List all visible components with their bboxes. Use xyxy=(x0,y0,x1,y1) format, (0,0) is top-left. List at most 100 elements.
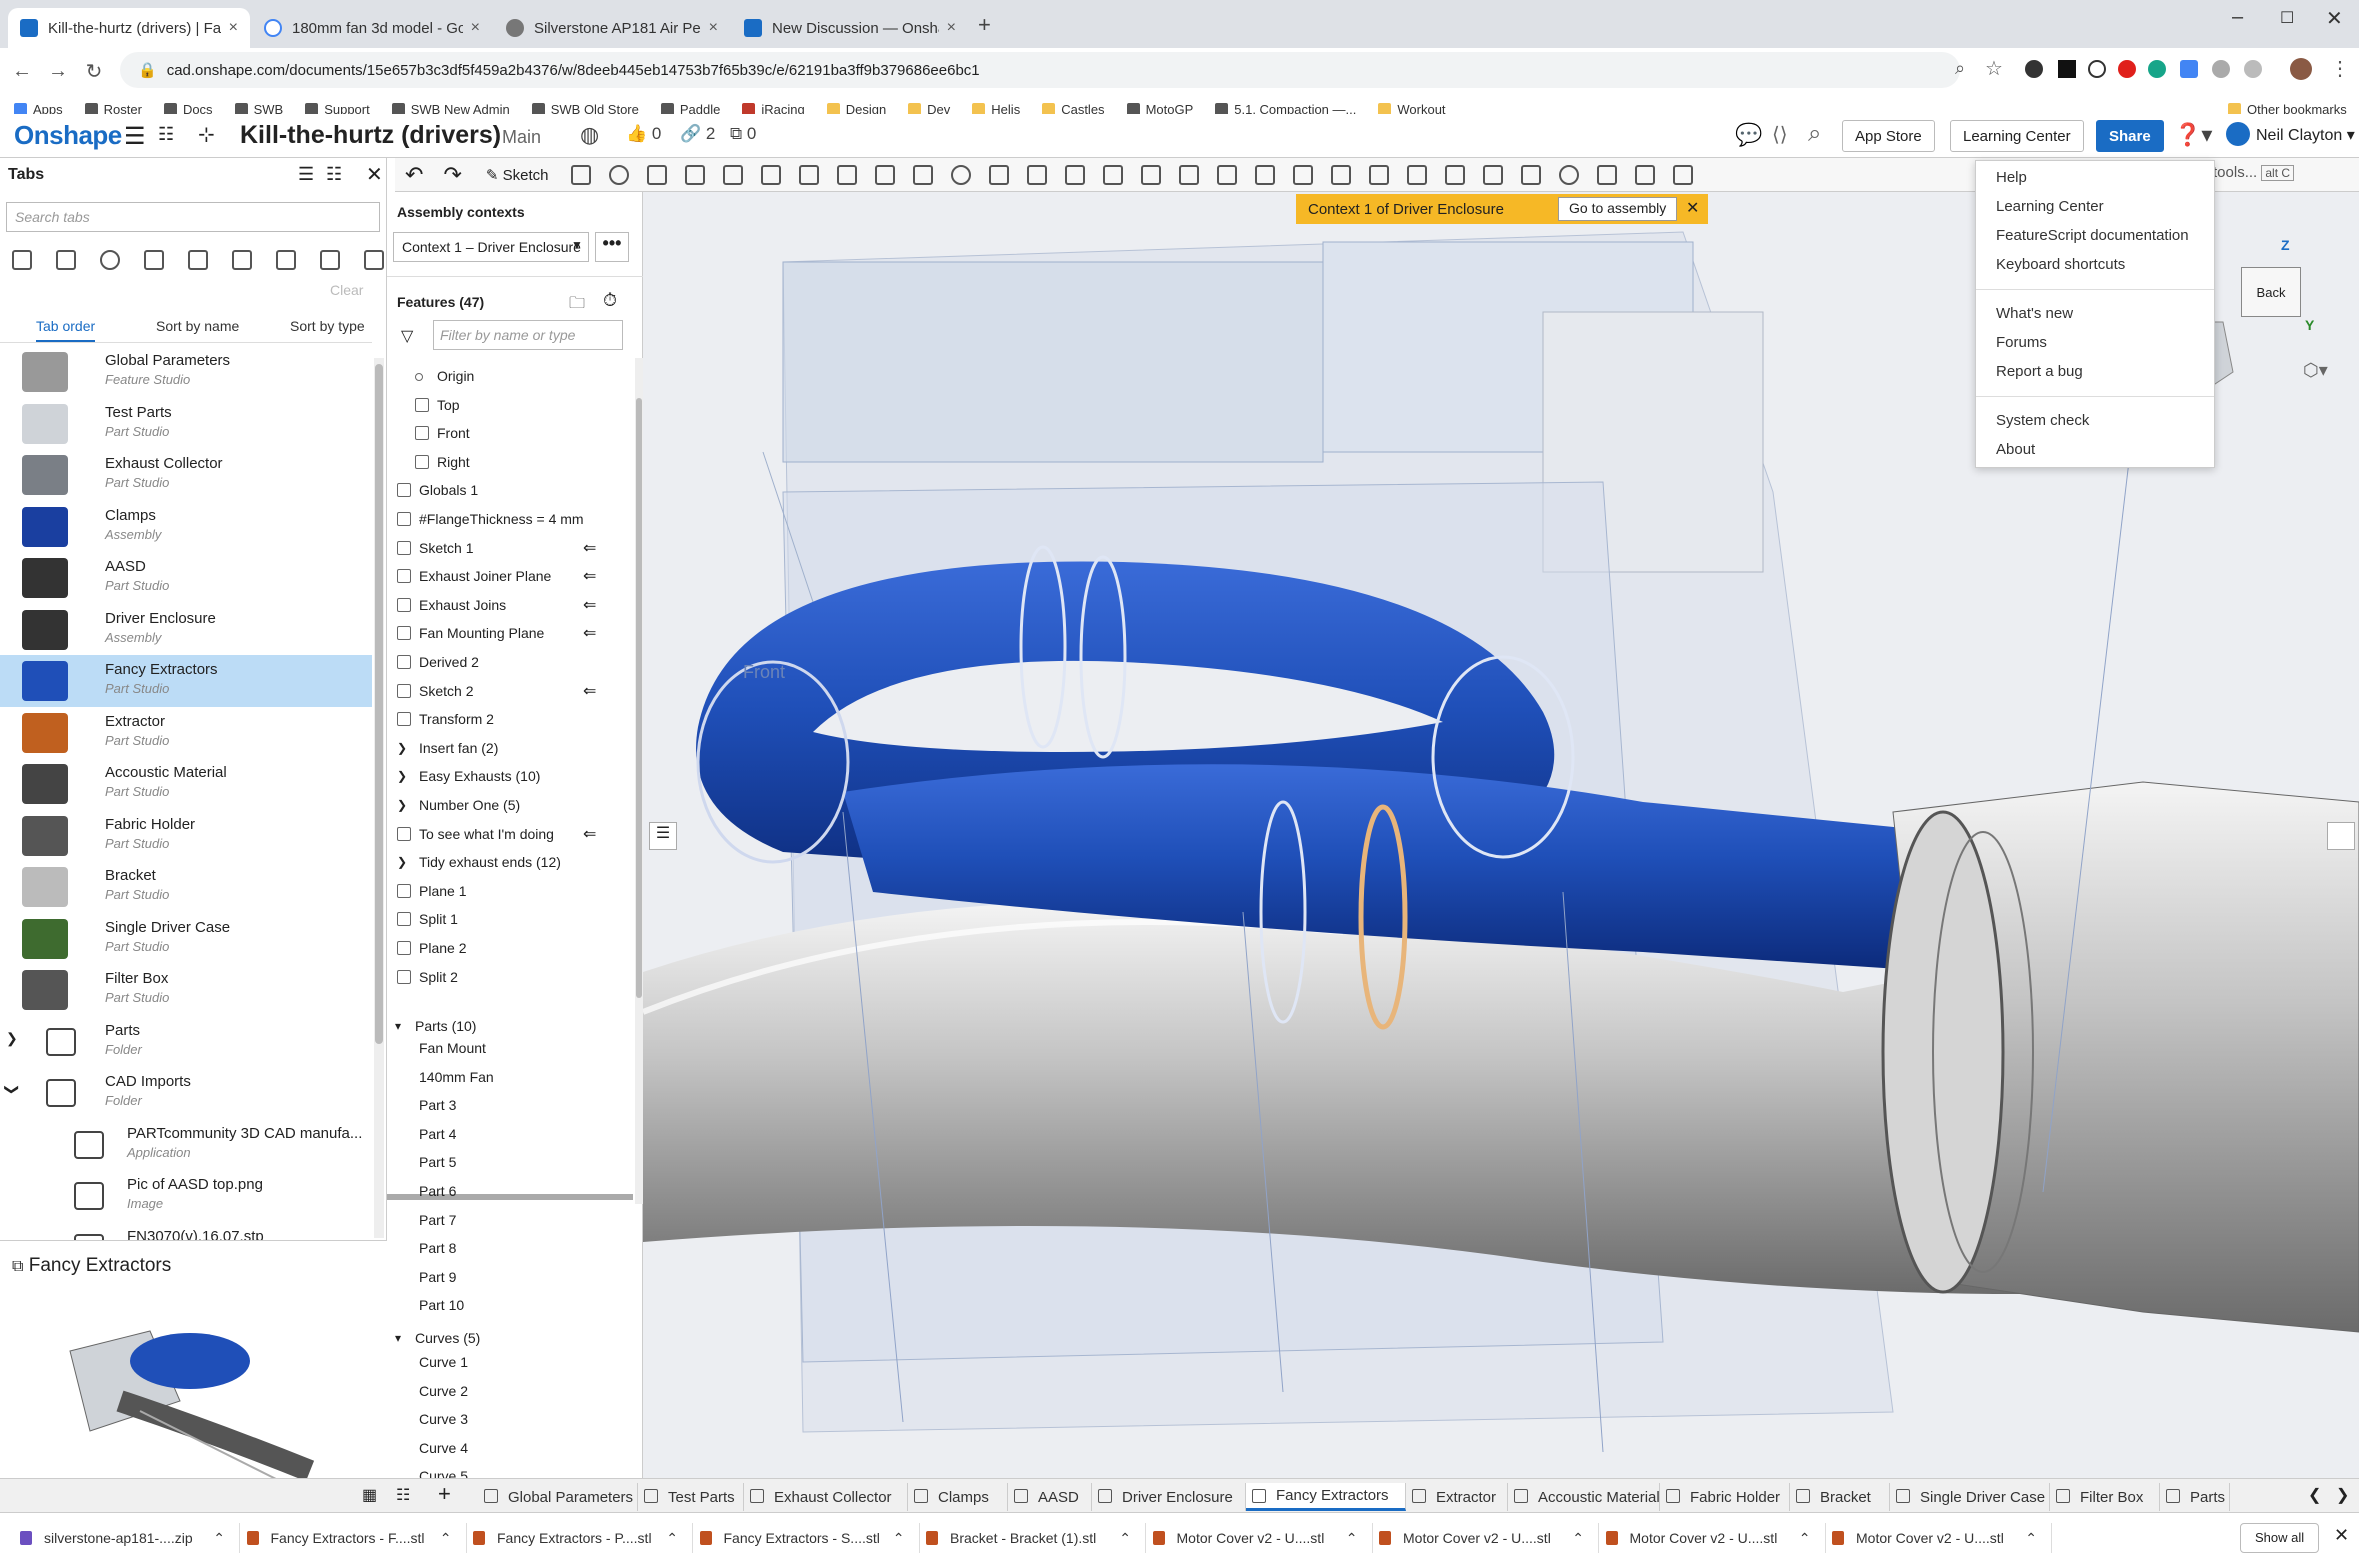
close-panel-icon[interactable]: ✕ xyxy=(366,162,383,187)
app-store-button[interactable]: App Store xyxy=(1842,120,1935,152)
tab-list-item[interactable]: Pic of AASD top.png Image xyxy=(0,1170,372,1222)
tab-list-item[interactable]: Bracket Part Studio xyxy=(0,861,372,913)
user-avatar[interactable] xyxy=(2226,122,2250,146)
tab-list-item[interactable]: PARTcommunity 3D CAD manufa... Applicatio… xyxy=(0,1119,372,1171)
comments-icon[interactable]: 💬 xyxy=(1735,122,1762,148)
feature-row[interactable]: Top xyxy=(387,393,627,419)
add-folder-icon[interactable]: 🗀 xyxy=(569,292,585,319)
browser-tab-2[interactable]: Silverstone AP181 Air Penetrator× xyxy=(494,8,730,48)
part-item[interactable]: 140mm Fan xyxy=(419,1069,494,1085)
download-item[interactable]: Motor Cover v2 - U....stl ⌃ xyxy=(1605,1523,1826,1553)
scrollbar[interactable] xyxy=(374,358,384,1238)
variable-icon[interactable] xyxy=(1521,164,1542,185)
feature-row[interactable]: Right xyxy=(387,450,627,476)
chamfer-icon[interactable] xyxy=(799,164,820,185)
close-icon[interactable]: × xyxy=(471,19,480,37)
redo-icon[interactable]: ↷ xyxy=(443,162,461,188)
split-icon[interactable] xyxy=(1065,164,1086,185)
chevron-up-icon[interactable]: ⌃ xyxy=(666,1530,678,1547)
tasks-list-icon[interactable]: ☷ xyxy=(158,124,174,145)
scrollbar-thumb[interactable] xyxy=(375,364,383,1044)
part-item[interactable]: Part 3 xyxy=(419,1097,456,1113)
feature-row[interactable]: Sketch 2 ⇐ xyxy=(387,679,627,705)
delete-part-icon[interactable] xyxy=(1141,164,1162,185)
part-item[interactable]: Part 10 xyxy=(419,1297,464,1313)
tab-list-item[interactable]: Accoustic Material Part Studio xyxy=(0,758,372,810)
tab-list-item[interactable]: Fabric Holder Part Studio xyxy=(0,810,372,862)
custom-feature-icon[interactable] xyxy=(1673,164,1694,185)
sort-by-type[interactable]: Sort by type xyxy=(290,318,365,334)
revolve-icon[interactable] xyxy=(609,164,630,185)
chevron-up-icon[interactable]: ⌃ xyxy=(1799,1530,1811,1547)
document-title[interactable]: Kill-the-hurtz (drivers) xyxy=(240,121,501,150)
user-menu[interactable]: Neil Clayton ▾ xyxy=(2256,125,2355,145)
download-item[interactable]: silverstone-ap181-....zip ⌃ xyxy=(20,1523,240,1553)
part-item[interactable]: Part 6 xyxy=(419,1183,456,1199)
reload-icon[interactable]: ↻ xyxy=(76,59,112,84)
forward-arrow-icon[interactable]: → xyxy=(40,60,76,83)
globe-icon[interactable]: ◍ xyxy=(580,122,599,148)
bottom-tab[interactable]: Test Parts xyxy=(638,1483,744,1511)
frame-icon[interactable] xyxy=(1483,164,1504,185)
bottom-tab[interactable]: AASD xyxy=(1008,1483,1092,1511)
tab-list-item[interactable]: Fancy Extractors Part Studio xyxy=(0,655,372,707)
feature-studio-filter-icon[interactable] xyxy=(100,250,120,270)
drawing-filter-icon[interactable] xyxy=(144,250,164,270)
show-all-button[interactable]: Show all xyxy=(2240,1523,2320,1553)
back-arrow-icon[interactable]: ← xyxy=(4,60,40,83)
go-to-assembly-button[interactable]: Go to assembly xyxy=(1558,197,1678,221)
part-item[interactable]: Part 8 xyxy=(419,1240,456,1256)
browser-tab-3[interactable]: New Discussion — Onshape× xyxy=(732,8,968,48)
onshape-logo[interactable]: Onshape xyxy=(14,120,122,151)
bottom-tab[interactable]: Accoustic Material xyxy=(1508,1483,1660,1511)
chevron-up-icon[interactable]: ⌃ xyxy=(893,1530,905,1547)
extension-icon[interactable] xyxy=(2212,60,2230,78)
workspace-name[interactable]: Main xyxy=(502,127,541,148)
feature-row[interactable]: Derived 2 xyxy=(387,650,627,676)
bookmark-star-icon[interactable]: ☆ xyxy=(1985,56,2003,81)
feature-row[interactable]: Transform 2 xyxy=(387,707,627,733)
assembly-filter-icon[interactable] xyxy=(56,250,76,270)
download-item[interactable]: Motor Cover v2 - U....stl ⌃ xyxy=(1832,1523,2052,1553)
bottom-tab[interactable]: Global Parameters xyxy=(478,1483,638,1511)
window-close-button[interactable]: ✕ xyxy=(2326,6,2343,31)
share-button[interactable]: Share xyxy=(2096,120,2164,152)
menu-item-system-check[interactable]: System check xyxy=(1996,412,2089,429)
tab-list-item[interactable]: Extractor Part Studio xyxy=(0,707,372,759)
chevron-right-icon[interactable]: ❯ xyxy=(6,1030,18,1047)
part-item[interactable]: Fan Mount xyxy=(419,1040,486,1056)
curve-icon[interactable] xyxy=(1293,164,1314,185)
stl-filter-icon[interactable] xyxy=(276,250,296,270)
scroll-right-icon[interactable]: ❯ xyxy=(2336,1485,2349,1505)
download-item[interactable]: Fancy Extractors - P....stl ⌃ xyxy=(473,1523,693,1553)
scrollbar[interactable] xyxy=(635,358,643,1204)
mate-connector-icon[interactable] xyxy=(1217,164,1238,185)
copies-button[interactable]: ⧉ 0 xyxy=(730,124,756,144)
bottom-tab[interactable]: Exhaust Collector xyxy=(744,1483,908,1511)
view-options-icon[interactable]: ⬡▾ xyxy=(2303,360,2328,381)
tab-manager-icon[interactable]: ▦ xyxy=(362,1485,377,1505)
part-item[interactable]: Part 4 xyxy=(419,1126,456,1142)
menu-item-featurescript-docs[interactable]: FeatureScript documentation xyxy=(1996,227,2189,244)
download-item[interactable]: Motor Cover v2 - U....stl ⌃ xyxy=(1152,1523,1373,1553)
add-tab-icon[interactable]: ⊹ xyxy=(198,122,215,147)
view-cube-face[interactable]: Back xyxy=(2241,267,2301,317)
loft-icon[interactable] xyxy=(685,164,706,185)
bottom-tab[interactable]: Clamps xyxy=(908,1483,1008,1511)
draft-icon[interactable] xyxy=(837,164,858,185)
tab-list-item[interactable]: ❯ Parts Folder xyxy=(0,1016,372,1068)
tab-list-item[interactable]: Single Driver Case Part Studio xyxy=(0,913,372,965)
hamburger-menu-icon[interactable]: ☰ xyxy=(124,122,146,151)
fit-spline-icon[interactable] xyxy=(1331,164,1352,185)
extension-icon[interactable] xyxy=(2180,60,2198,78)
close-icon[interactable]: × xyxy=(709,19,718,37)
feature-row[interactable]: Globals 1 xyxy=(387,478,627,504)
feature-row[interactable]: Fan Mounting Plane ⇐ xyxy=(387,621,627,647)
bottom-tab[interactable]: Extractor xyxy=(1406,1483,1508,1511)
filter-features-input[interactable]: Filter by name or type xyxy=(433,320,623,350)
chevron-down-icon[interactable]: ▾ xyxy=(395,1331,401,1345)
fillet-icon[interactable] xyxy=(761,164,782,185)
custom-feature-icon[interactable] xyxy=(1597,164,1618,185)
menu-item-help[interactable]: Help xyxy=(1996,169,2027,186)
bottom-tab[interactable]: Parts xyxy=(2160,1483,2230,1511)
